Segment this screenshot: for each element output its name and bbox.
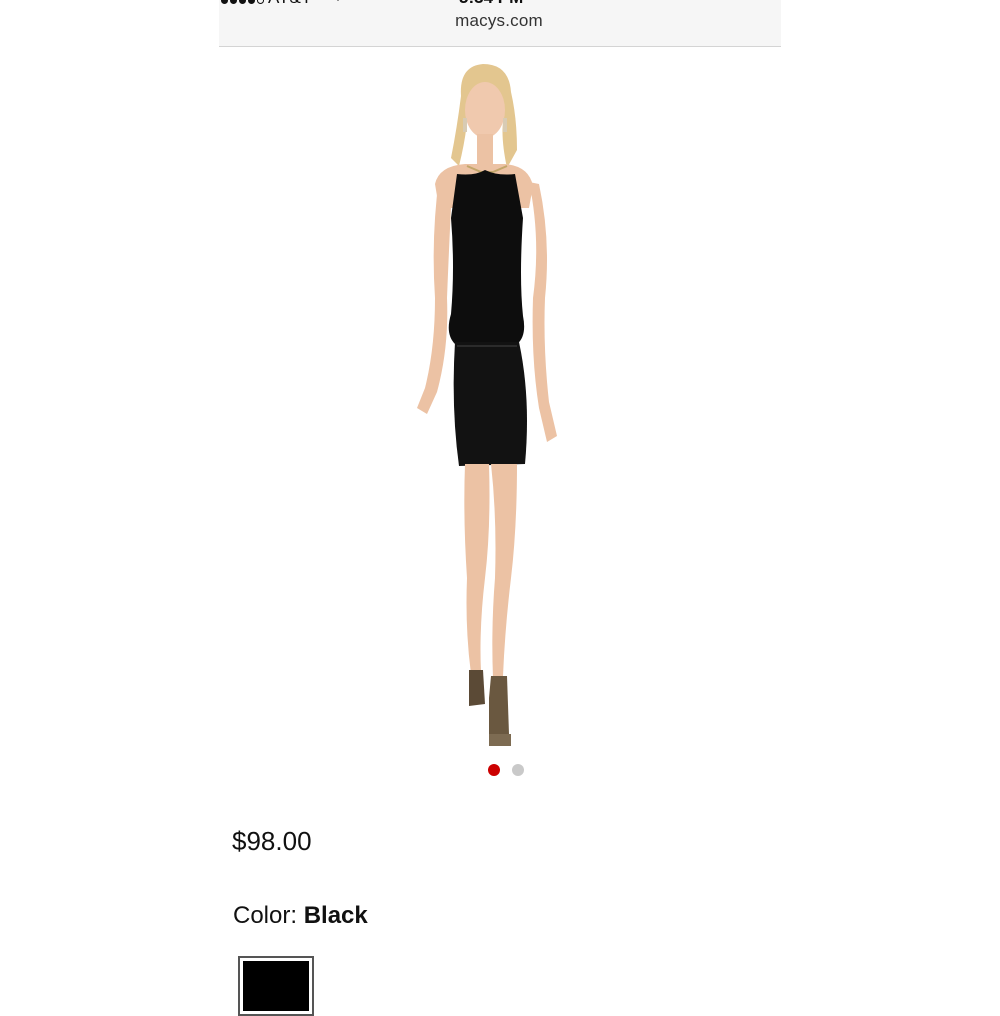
wifi-icon xyxy=(331,0,345,5)
address-bar-url[interactable]: macys.com xyxy=(219,11,779,31)
color-swatch-black[interactable] xyxy=(238,956,314,1016)
carousel-dot-2[interactable] xyxy=(512,764,524,776)
swatch-fill xyxy=(243,961,309,1011)
signal-strength-icon xyxy=(221,0,264,4)
phone-screen: AT&T 5:34 PM macys.com xyxy=(219,0,781,1016)
product-price: $98.00 xyxy=(232,826,312,856)
color-value: Black xyxy=(303,902,368,929)
browser-chrome: AT&T 5:34 PM macys.com xyxy=(219,0,781,47)
status-time: 5:34 PM xyxy=(459,0,523,8)
status-bar: AT&T 5:34 PM xyxy=(219,0,781,9)
carrier-name: AT&T xyxy=(268,0,312,8)
carousel-dot-1[interactable] xyxy=(488,764,500,776)
image-carousel-indicator xyxy=(488,764,524,776)
product-photo[interactable] xyxy=(379,58,579,748)
color-label: Color: xyxy=(233,902,298,929)
color-selection-label: Color: Black xyxy=(233,902,368,930)
